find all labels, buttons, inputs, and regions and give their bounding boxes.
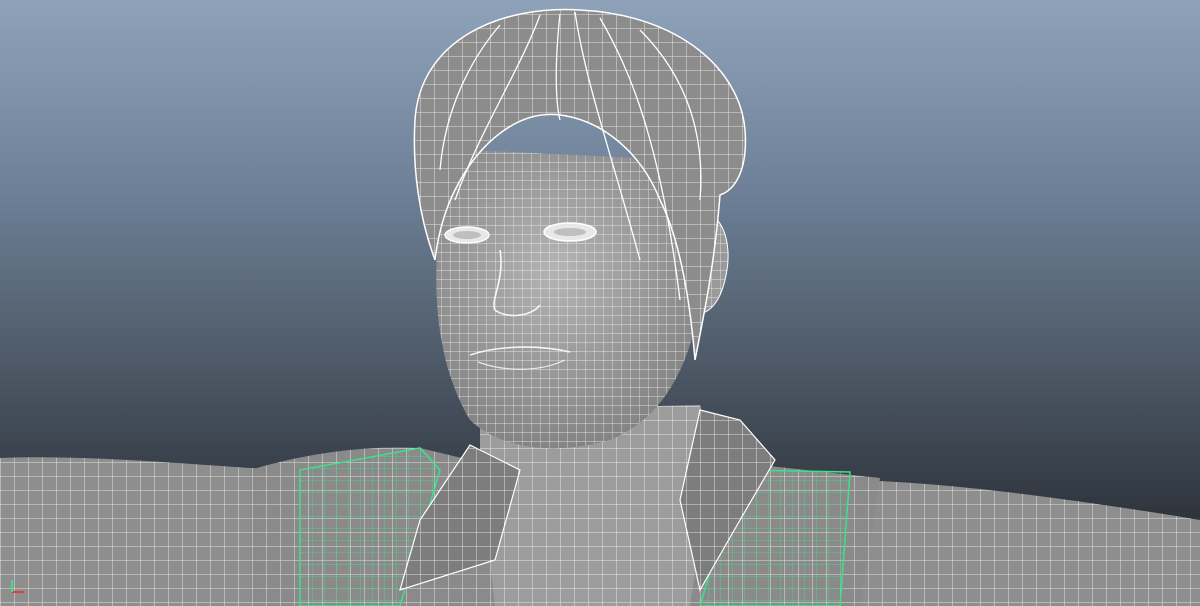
wireframe-model[interactable] — [0, 0, 1200, 606]
xyz-axis-icon — [11, 580, 24, 593]
eye-left-mesh[interactable] — [444, 226, 490, 244]
right-arm-mesh[interactable] — [850, 480, 1200, 606]
eye-right-mesh[interactable] — [543, 222, 597, 242]
maya-3d-viewport[interactable] — [0, 0, 1200, 606]
